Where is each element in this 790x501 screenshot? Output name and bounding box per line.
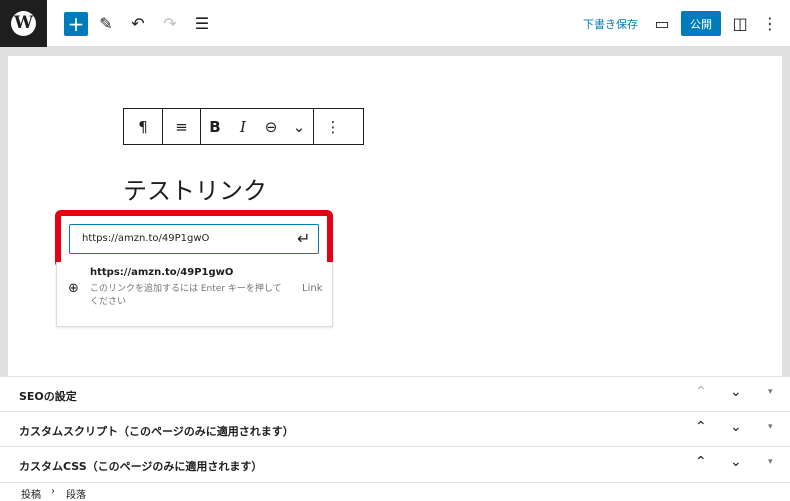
globe-icon: ⊕ xyxy=(68,281,79,296)
toggle-icon[interactable]: ▾ xyxy=(768,422,773,432)
chevron-right-icon: › xyxy=(51,486,55,497)
heading-block[interactable]: テストリンク xyxy=(123,171,267,206)
panel-label: カスタムスクリプト（このページのみに適用されます） xyxy=(19,425,294,438)
chevron-down-icon[interactable]: ⌄ xyxy=(285,109,313,144)
options-group: ⋮ xyxy=(314,109,352,144)
suggestion-type: Link xyxy=(302,283,323,294)
link-url-input[interactable]: https://amzn.to/49P1gwO xyxy=(69,224,319,254)
panel-label: カスタムCSS（このページのみに適用されます） xyxy=(19,460,263,473)
format-group: B I ⊖ ⌄ xyxy=(201,109,314,144)
chevron-down-icon[interactable]: ⌄ xyxy=(730,419,742,435)
chevron-up-icon[interactable]: ⌃ xyxy=(695,454,707,470)
breadcrumb: 投稿 › 段落 xyxy=(0,482,790,501)
bold-button[interactable]: B xyxy=(201,109,229,144)
breadcrumb-item-post[interactable]: 投稿 xyxy=(21,486,41,501)
editor-header: W + ✎ ↶ ↷ ☰ 下書き保存 ▭ 公開 ◫ ⋮ xyxy=(0,0,790,47)
link-icon[interactable]: ⊖ xyxy=(257,109,285,144)
toggle-icon[interactable]: ▾ xyxy=(768,387,773,397)
list-view-icon[interactable]: ☰ xyxy=(190,10,214,36)
wordpress-logo-button[interactable]: W xyxy=(0,0,47,47)
toggle-icon[interactable]: ▾ xyxy=(768,457,773,467)
panel-label: SEOの設定 xyxy=(19,390,77,403)
preview-icon[interactable]: ▭ xyxy=(650,10,674,36)
align-icon[interactable]: ≡ xyxy=(162,109,200,144)
chevron-down-icon[interactable]: ⌄ xyxy=(730,384,742,400)
meta-panel-custom-css[interactable]: カスタムCSS（このページのみに適用されます） ⌃ ⌄ ▾ xyxy=(0,446,790,481)
add-block-button[interactable]: + xyxy=(64,12,88,36)
meta-panel-seo[interactable]: SEOの設定 ⌃ ⌄ ▾ xyxy=(0,376,790,411)
block-type-group: ¶ ≡ xyxy=(124,109,201,144)
options-icon[interactable]: ⋮ xyxy=(758,10,782,36)
paragraph-icon[interactable]: ¶ xyxy=(124,109,162,144)
chevron-up-icon[interactable]: ⌃ xyxy=(695,384,707,400)
chevron-up-icon[interactable]: ⌃ xyxy=(695,419,707,435)
breadcrumb-item-paragraph[interactable]: 段落 xyxy=(66,486,86,501)
pencil-icon[interactable]: ✎ xyxy=(94,10,118,36)
block-options-icon[interactable]: ⋮ xyxy=(314,109,352,144)
italic-button[interactable]: I xyxy=(229,109,257,144)
wordpress-icon: W xyxy=(11,11,36,36)
block-toolbar: ¶ ≡ B I ⊖ ⌄ ⋮ xyxy=(123,108,364,145)
suggestion-title: https://amzn.to/49P1gwO xyxy=(90,267,234,278)
save-draft-button[interactable]: 下書き保存 xyxy=(583,16,638,32)
suggestion-description: このリンクを追加するには Enter キーを押してください xyxy=(90,284,282,307)
undo-icon[interactable]: ↶ xyxy=(126,10,150,36)
redo-icon[interactable]: ↷ xyxy=(158,10,182,36)
meta-panel-custom-script[interactable]: カスタムスクリプト（このページのみに適用されます） ⌃ ⌄ ▾ xyxy=(0,411,790,446)
chevron-down-icon[interactable]: ⌄ xyxy=(730,454,742,470)
settings-sidebar-icon[interactable]: ◫ xyxy=(728,10,752,36)
submit-icon[interactable]: ↵ xyxy=(297,229,310,248)
publish-button[interactable]: 公開 xyxy=(681,11,721,36)
